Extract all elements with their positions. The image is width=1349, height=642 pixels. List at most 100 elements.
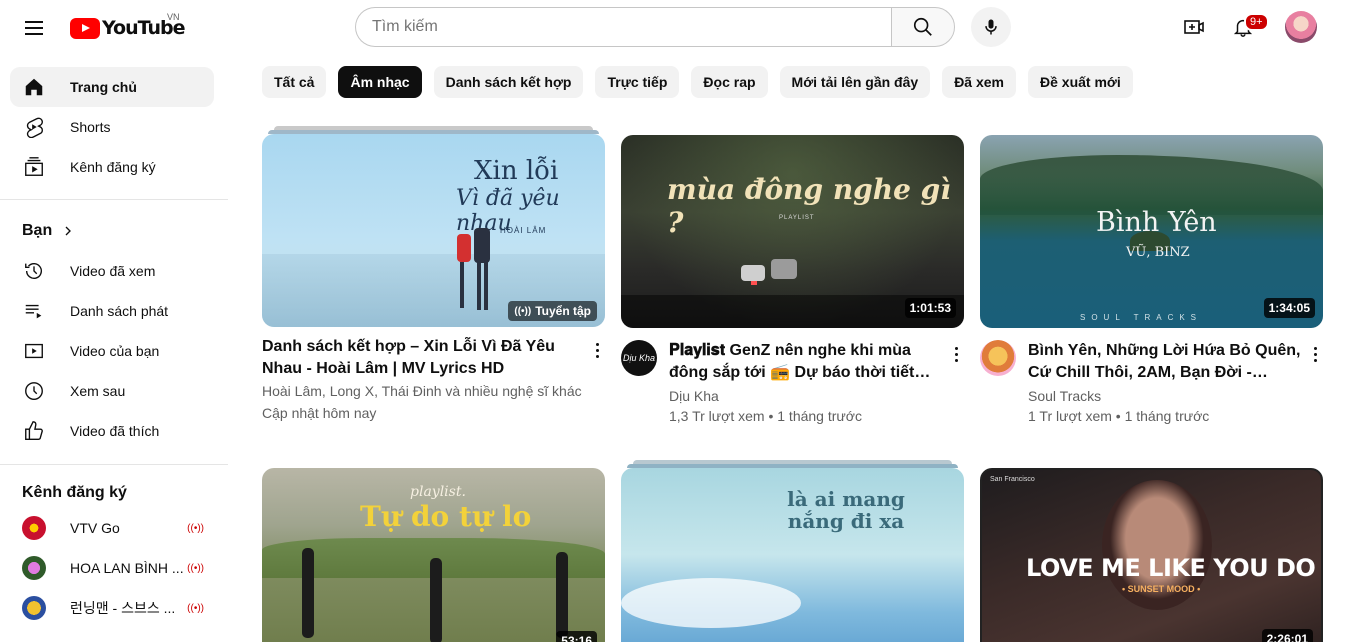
microphone-icon: [985, 19, 997, 35]
thumbnail-label: playlist.: [410, 484, 466, 500]
sidebar-item-history[interactable]: Video đã xem: [10, 251, 214, 291]
channel-avatar: [22, 556, 46, 580]
thumbnail-title: LOVE ME LIKE YOU DO: [1026, 554, 1316, 582]
live-icon: ((•)): [187, 602, 204, 614]
sidebar-item-home[interactable]: Trang chủ: [10, 67, 214, 107]
thumbnail-top-label: San Francisco: [990, 476, 1035, 483]
video-title[interactable]: Danh sách kết hợp – Xin Lỗi Vì Đã Yêu Nh…: [262, 336, 572, 380]
video-channel[interactable]: Hoài Lâm, Long X, Thái Đinh và nhiều ngh…: [262, 381, 592, 401]
subscriptions-icon: [22, 155, 46, 179]
thumbnail-title: Xin lỗi: [474, 156, 559, 186]
sidebar-item-label: Danh sách phát: [70, 303, 169, 319]
video-card[interactable]: playlist. Tự do tự lo 53:16: [262, 468, 605, 642]
country-code: VN: [167, 12, 180, 22]
chip-watched[interactable]: Đã xem: [942, 66, 1016, 98]
broadcast-icon: ((•)): [514, 305, 532, 317]
notification-badge: 9+: [1244, 13, 1269, 31]
thumbnail-artist: HOÀI LÂM: [500, 226, 547, 235]
video-meta: Cập nhật hôm nay: [262, 405, 377, 421]
video-meta: 1 Tr lượt xem • 1 tháng trước: [1028, 408, 1210, 424]
more-options-icon[interactable]: [1305, 342, 1325, 366]
video-card[interactable]: Xin lỗi Vì đã yêu nhau HOÀI LÂM ((•)) Tu…: [262, 126, 605, 426]
sidebar: Trang chủ Shorts Kênh đăng ký Bạn Video …: [0, 56, 228, 642]
sidebar-item-playlists[interactable]: Danh sách phát: [10, 291, 214, 331]
video-channel[interactable]: Soul Tracks: [1028, 386, 1308, 406]
you-label: Bạn: [22, 222, 53, 239]
video-thumbnail[interactable]: playlist. Tự do tự lo 53:16: [262, 468, 605, 642]
chip-all[interactable]: Tất cả: [262, 66, 327, 98]
video-thumbnail[interactable]: mùa đông nghe gì ? PLAYLIST 1:01:53: [621, 135, 964, 328]
sidebar-item-subscriptions[interactable]: Kênh đăng ký: [10, 147, 214, 187]
category-chips: Tất cả Âm nhạc Danh sách kết hợp Trực ti…: [262, 66, 1145, 98]
video-duration: 1:01:53: [904, 298, 956, 318]
subscriptions-section-title: Kênh đăng ký: [22, 484, 127, 501]
thumbnail-title: là ai mang nắng đi xa: [787, 487, 905, 533]
sidebar-divider: [0, 464, 228, 465]
live-icon: ((•)): [187, 562, 204, 574]
sidebar-item-label: Kênh đăng ký: [70, 159, 156, 175]
search-button[interactable]: [891, 7, 955, 47]
sidebar-item-label: VTV Go: [70, 520, 120, 536]
video-thumbnail[interactable]: Bình Yên VŨ, BINZ SOUL TRACKS 1:34:05: [980, 135, 1323, 328]
home-icon: [22, 75, 46, 99]
video-card[interactable]: Bình Yên VŨ, BINZ SOUL TRACKS 1:34:05 Bì…: [980, 135, 1323, 435]
video-card[interactable]: là ai mang nắng đi xa: [621, 460, 964, 642]
chip-recently-uploaded[interactable]: Mới tải lên gần đây: [779, 66, 931, 98]
search-input[interactable]: [355, 7, 892, 47]
you-section-title[interactable]: Bạn: [22, 222, 76, 240]
thumbnail-subtitle: PLAYLIST: [779, 215, 815, 221]
sidebar-subscription-vtv-go[interactable]: VTV Go ((•)): [10, 508, 214, 548]
sidebar-item-label: 런닝맨 - 스브스 ...: [70, 600, 176, 616]
sidebar-item-label: Trang chủ: [70, 79, 137, 95]
badge-label: Tuyển tập: [535, 304, 591, 318]
chip-live[interactable]: Trực tiếp: [595, 66, 680, 98]
video-thumbnail[interactable]: Xin lỗi Vì đã yêu nhau HOÀI LÂM ((•)) Tu…: [262, 134, 605, 327]
video-duration: 1:34:05: [1263, 298, 1315, 318]
sidebar-item-shorts[interactable]: Shorts: [10, 107, 214, 147]
channel-avatar[interactable]: Dịu Kha: [621, 340, 657, 376]
video-title[interactable]: Bình Yên, Những Lời Hứa Bỏ Quên, Cứ Chil…: [1028, 340, 1304, 384]
sidebar-divider: [0, 199, 228, 200]
watch-later-icon: [22, 379, 46, 403]
sidebar-item-label: Video của bạn: [70, 343, 160, 359]
video-card[interactable]: San Francisco LOVE ME LIKE YOU DO • SUNS…: [980, 468, 1323, 642]
chip-new-to-you[interactable]: Đề xuất mới: [1028, 66, 1133, 98]
channel-avatar[interactable]: [980, 340, 1016, 376]
thumbnail-artist: VŨ, BINZ: [1126, 245, 1190, 260]
more-options-icon[interactable]: [946, 342, 966, 366]
sidebar-item-liked[interactable]: Video đã thích: [10, 411, 214, 451]
live-icon: ((•)): [187, 522, 204, 534]
video-meta: 1,3 Tr lượt xem • 1 tháng trước: [669, 408, 862, 424]
thumbnail-title: Bình Yên: [1096, 207, 1217, 238]
voice-search-button[interactable]: [971, 7, 1011, 47]
thumbnail-footer: SOUL TRACKS: [1080, 313, 1203, 322]
video-duration: 2:26:01: [1261, 629, 1313, 642]
video-channel[interactable]: Dịu Kha: [669, 386, 949, 406]
sidebar-item-watch-later[interactable]: Xem sau: [10, 371, 214, 411]
video-duration: 53:16: [556, 631, 597, 642]
playlists-icon: [22, 299, 46, 323]
video-thumbnail[interactable]: San Francisco LOVE ME LIKE YOU DO • SUNS…: [980, 468, 1323, 642]
playlist-badge: ((•)) Tuyển tập: [508, 301, 597, 321]
channel-avatar: [22, 516, 46, 540]
video-title[interactable]: 𝐏𝐥𝐚𝐲𝐥𝐢𝐬𝐭 GenZ nên nghe khi mùa đông sắp …: [669, 340, 945, 384]
sidebar-subscription-hoa-lan[interactable]: HOA LAN BÌNH ... ((•)): [10, 548, 214, 588]
sidebar-subscription-running-man[interactable]: 런닝맨 - 스브스 ... ((•)): [10, 588, 214, 628]
more-options-icon[interactable]: [587, 338, 607, 362]
thumbnail-title: Tự do tự lo: [360, 500, 532, 533]
chip-music[interactable]: Âm nhạc: [338, 66, 422, 98]
search-icon: [913, 17, 932, 36]
sidebar-item-your-videos[interactable]: Video của bạn: [10, 331, 214, 371]
chip-rap[interactable]: Đọc rap: [691, 66, 768, 98]
user-avatar[interactable]: [1285, 11, 1317, 43]
sidebar-item-label: Video đã xem: [70, 263, 156, 279]
create-button[interactable]: [1174, 7, 1214, 47]
video-card[interactable]: mùa đông nghe gì ? PLAYLIST 1:01:53 Dịu …: [621, 135, 964, 435]
top-bar: YouTube VN 9+: [0, 0, 1349, 56]
youtube-play-icon: [70, 17, 100, 39]
video-thumbnail[interactable]: là ai mang nắng đi xa: [621, 468, 964, 642]
history-icon: [22, 259, 46, 283]
menu-icon[interactable]: [14, 8, 54, 48]
chip-mixes[interactable]: Danh sách kết hợp: [433, 66, 584, 98]
sidebar-item-label: Video đã thích: [70, 423, 160, 439]
